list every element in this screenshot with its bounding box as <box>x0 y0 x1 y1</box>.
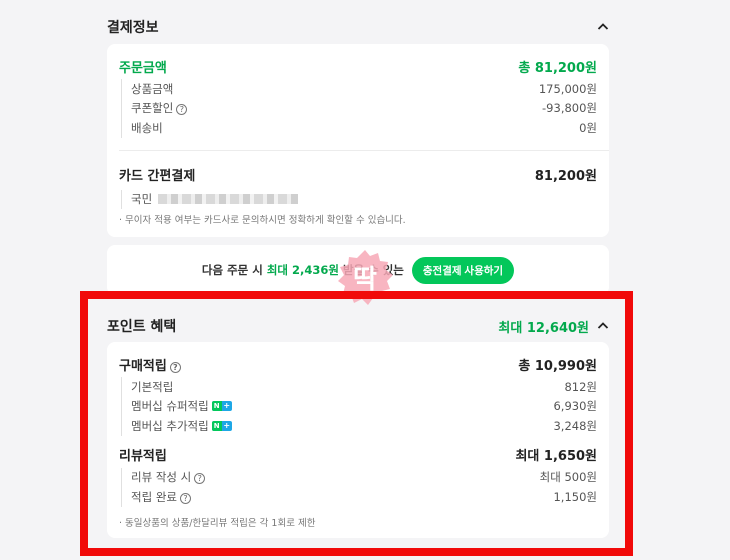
list-item: 리뷰 작성 시? 최대 500원 <box>131 468 597 488</box>
list-item: 적립 완료? 1,150원 <box>131 487 597 507</box>
payment-info-title: 결제정보 <box>107 20 159 36</box>
question-icon[interactable]: ? <box>176 104 188 116</box>
points-header[interactable]: 포인트 혜택 최대 12,640원 <box>107 313 609 339</box>
extra-points-label: 멤버십 추가적립 <box>131 418 232 434</box>
card-payment-amount: 81,200원 <box>534 169 597 184</box>
shipping-fee-label: 배송비 <box>131 120 163 135</box>
chevron-up-icon[interactable] <box>597 320 609 332</box>
review-limit-note: · 동일상품의 상품/한달리뷰 적립은 각 1회로 제한 <box>119 517 316 529</box>
payment-info-header[interactable]: 결제정보 <box>107 14 609 40</box>
masked-card-number <box>158 194 299 205</box>
card-payment-row: 카드 간편결제 81,200원 <box>119 164 597 186</box>
payment-info-card: 주문금액 총 81,200원 상품금액 175,000원 쿠폰할인? -93,8… <box>107 44 609 237</box>
basic-points-label: 기본적립 <box>131 379 174 394</box>
extra-points-text: 멤버십 추가적립 <box>131 418 209 433</box>
card-payment-label: 카드 간편결제 <box>119 169 196 184</box>
question-icon[interactable]: ? <box>194 473 206 485</box>
points-max: 최대 12,640원 <box>498 320 589 336</box>
coupon-discount-value: -93,800원 <box>542 101 597 116</box>
order-amount-breakdown: 상품금액 175,000원 쿠폰할인? -93,800원 배송비 0원 <box>121 79 597 138</box>
list-item: 상품금액 175,000원 <box>131 79 597 99</box>
extra-points-value: 3,248원 <box>553 418 597 433</box>
purchase-points-text: 구매적립 <box>119 358 167 374</box>
charge-payment-button[interactable]: 충전결제 사용하기 <box>411 256 515 284</box>
naver-plus-icon <box>211 401 232 412</box>
product-amount-label: 상품금액 <box>131 81 174 96</box>
shipping-fee-value: 0원 <box>579 120 597 135</box>
list-item: 멤버십 추가적립 3,248원 <box>131 416 597 436</box>
list-item: 기본적립 812원 <box>131 377 597 397</box>
purchase-points-breakdown: 기본적립 812원 멤버십 슈퍼적립 6,930원 멤버십 추가적립 3,248… <box>121 377 597 436</box>
points-title: 포인트 혜택 <box>107 319 177 335</box>
promo-prefix: 다음 주문 시 <box>201 263 267 277</box>
card-detail: 국민 <box>121 189 597 210</box>
promo-highlight: 최대 2,436원 <box>266 263 339 277</box>
purchase-points-row: 구매적립? 총 10,990원 <box>119 353 597 375</box>
review-points-breakdown: 리뷰 작성 시? 최대 500원 적립 완료? 1,150원 <box>121 467 597 507</box>
super-points-label: 멤버십 슈퍼적립 <box>131 398 232 414</box>
super-points-text: 멤버십 슈퍼적립 <box>131 399 209 414</box>
points-complete-label: 적립 완료? <box>131 489 191 505</box>
review-points-row: 리뷰적립 최대 1,650원 <box>119 444 597 466</box>
list-item: 배송비 0원 <box>131 118 597 138</box>
super-points-value: 6,930원 <box>553 399 597 414</box>
review-points-label: 리뷰적립 <box>119 449 167 464</box>
card-name-row: 국민 <box>131 190 597 210</box>
points-header-right: 최대 12,640원 <box>498 317 609 336</box>
question-icon[interactable]: ? <box>169 361 181 373</box>
review-points-total: 최대 1,650원 <box>515 449 597 464</box>
product-amount-value: 175,000원 <box>538 81 597 96</box>
chevron-up-icon[interactable] <box>597 21 609 33</box>
coupon-discount-text: 쿠폰할인 <box>131 101 174 116</box>
purchase-points-label: 구매적립? <box>119 355 181 374</box>
card-name: 국민 <box>131 192 153 207</box>
installment-note: · 무이자 적용 여부는 카드사로 문의하시면 정확하게 확인할 수 있습니다. <box>119 215 406 226</box>
points-card: 구매적립? 총 10,990원 기본적립 812원 멤버십 슈퍼적립 6,930… <box>107 342 609 538</box>
points-complete-text: 적립 완료 <box>131 489 177 504</box>
basic-points-value: 812원 <box>564 379 597 394</box>
purchase-points-total: 총 10,990원 <box>518 358 597 374</box>
coupon-discount-label: 쿠폰할인? <box>131 100 188 116</box>
list-item: 멤버십 슈퍼적립 6,930원 <box>131 397 597 417</box>
order-amount-label: 주문금액 <box>119 60 167 76</box>
question-icon[interactable]: ? <box>179 492 191 504</box>
review-write-label: 리뷰 작성 시? <box>131 469 206 485</box>
list-item: 쿠폰할인? -93,800원 <box>131 99 597 119</box>
naver-plus-icon <box>211 420 232 431</box>
order-amount-total: 총 81,200원 <box>518 60 597 76</box>
review-write-value: 최대 500원 <box>539 470 597 485</box>
points-complete-value: 1,150원 <box>553 489 597 504</box>
review-write-text: 리뷰 작성 시 <box>131 470 192 485</box>
order-amount-row: 주문금액 총 81,200원 <box>119 55 597 77</box>
